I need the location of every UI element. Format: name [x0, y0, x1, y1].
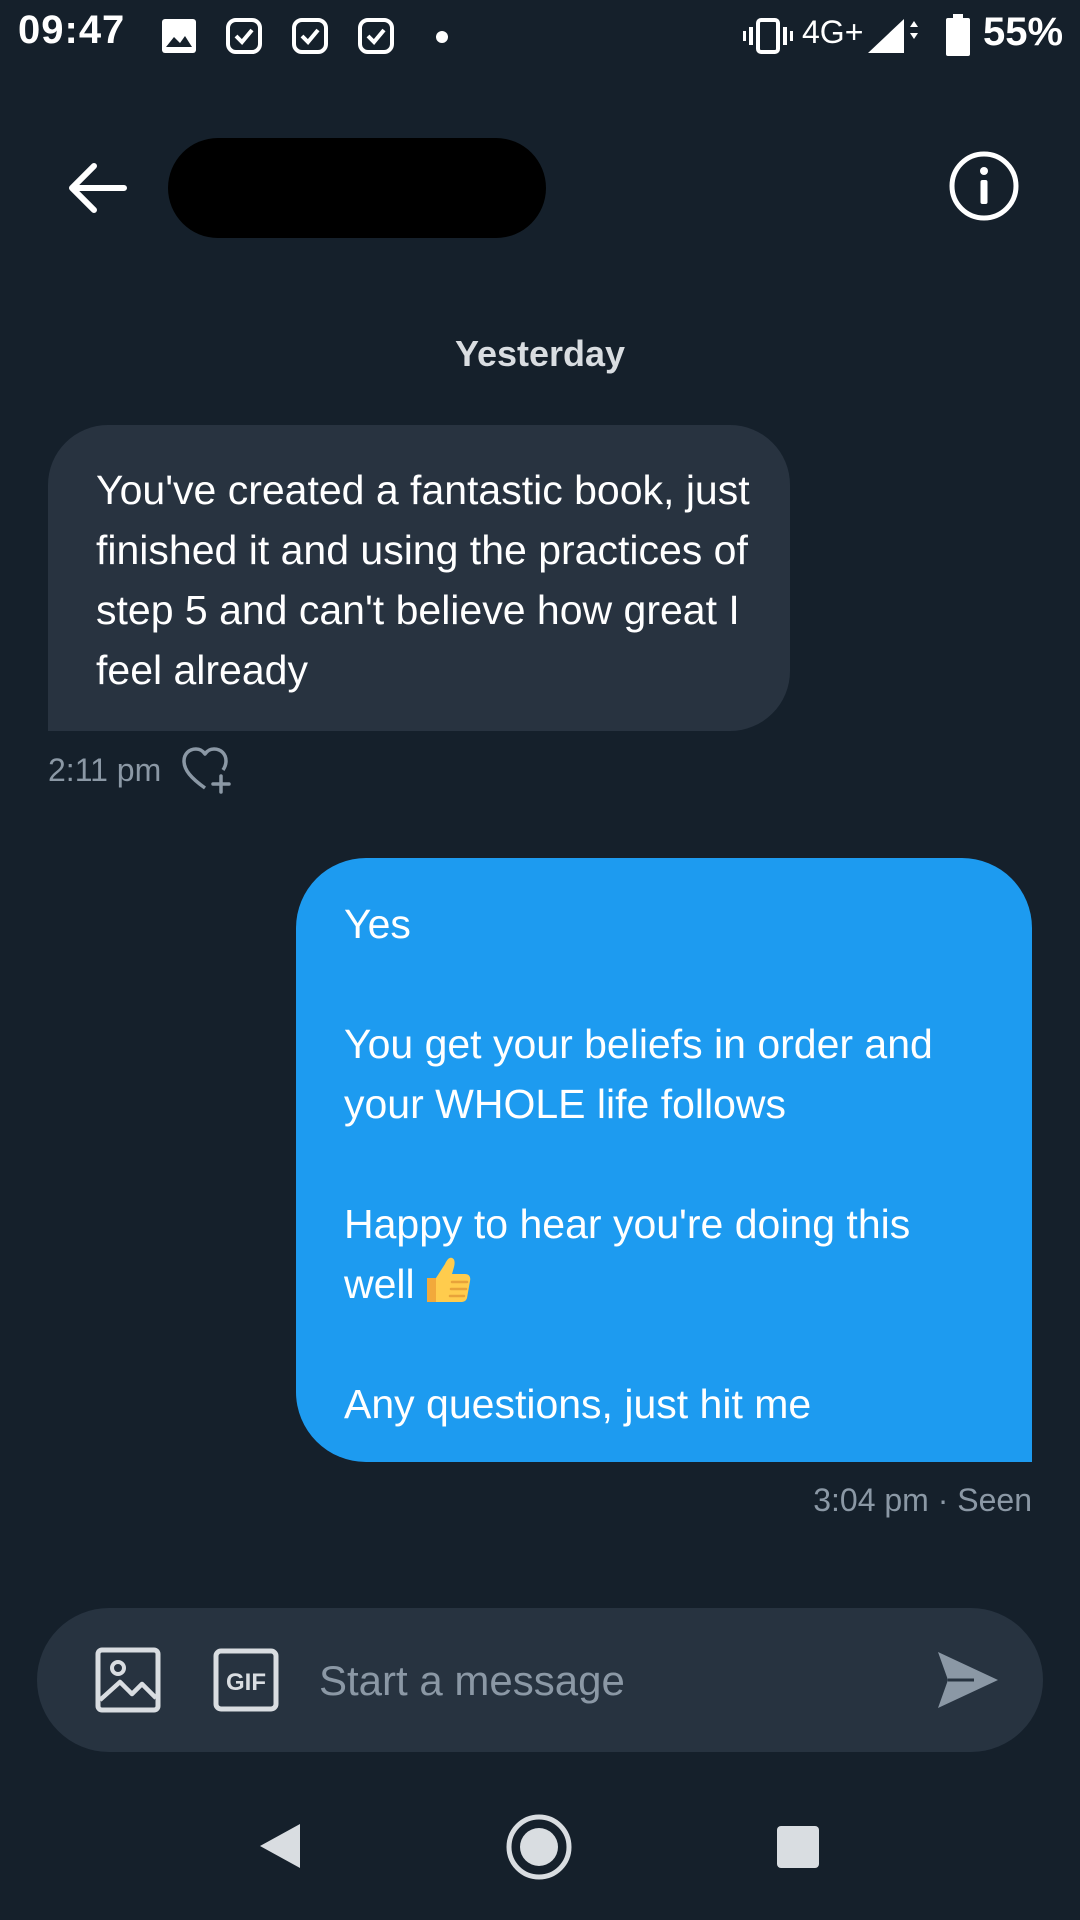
nav-back-icon[interactable]	[254, 1820, 306, 1872]
outgoing-paragraph: You get your beliefs in order and your W…	[344, 1021, 933, 1127]
check-notification-icon	[358, 18, 394, 54]
vibrate-icon	[743, 18, 793, 54]
thumbs-up-icon	[426, 1257, 470, 1302]
incoming-message-meta: 2:11 pm	[48, 746, 233, 794]
gif-button[interactable]: GIF	[213, 1648, 279, 1712]
outgoing-paragraph: Yes	[344, 901, 411, 947]
dot-icon	[436, 31, 448, 43]
incoming-message-time: 2:11 pm	[48, 751, 162, 788]
status-bar: 09:47 4G+ 55%	[0, 0, 1080, 76]
nav-home-icon[interactable]	[505, 1813, 573, 1881]
status-time: 09:47	[18, 8, 126, 52]
contact-name-redacted[interactable]	[168, 138, 546, 238]
day-separator: Yesterday	[454, 333, 626, 374]
outgoing-message-bubble[interactable]: Yes You get your beliefs in order and yo…	[296, 858, 1032, 1462]
check-notification-icon	[292, 18, 328, 54]
send-icon[interactable]	[934, 1646, 1002, 1714]
signal-icon	[868, 19, 918, 53]
heart-add-icon[interactable]	[181, 746, 233, 794]
battery-level: 55%	[983, 10, 1064, 54]
nav-recents-icon[interactable]	[775, 1824, 821, 1870]
image-icon[interactable]	[94, 1646, 162, 1714]
incoming-message-bubble[interactable]: You've created a fantastic book, just fi…	[48, 425, 790, 731]
gif-label: GIF	[226, 1669, 266, 1696]
outgoing-paragraph: Any questions, just hit me	[344, 1381, 812, 1427]
incoming-message-text: You've created a fantastic book, just fi…	[96, 467, 750, 693]
outgoing-paragraph-with-emoji: Happy to hear you're doing this well	[344, 1194, 992, 1314]
message-composer: GIF	[37, 1608, 1043, 1752]
info-icon[interactable]	[948, 150, 1020, 222]
system-navigation-bar	[0, 1800, 1080, 1920]
arrow-left-icon[interactable]	[60, 150, 136, 226]
check-notification-icon	[226, 18, 262, 54]
network-type: 4G+	[802, 14, 864, 50]
conversation-header	[0, 110, 1080, 250]
image-notification-icon	[162, 19, 196, 53]
message-input[interactable]	[317, 1636, 921, 1726]
gif-icon: GIF	[213, 1648, 279, 1712]
outgoing-message-meta: 3:04 pm · Seen	[813, 1482, 1032, 1518]
battery-icon	[946, 14, 970, 56]
